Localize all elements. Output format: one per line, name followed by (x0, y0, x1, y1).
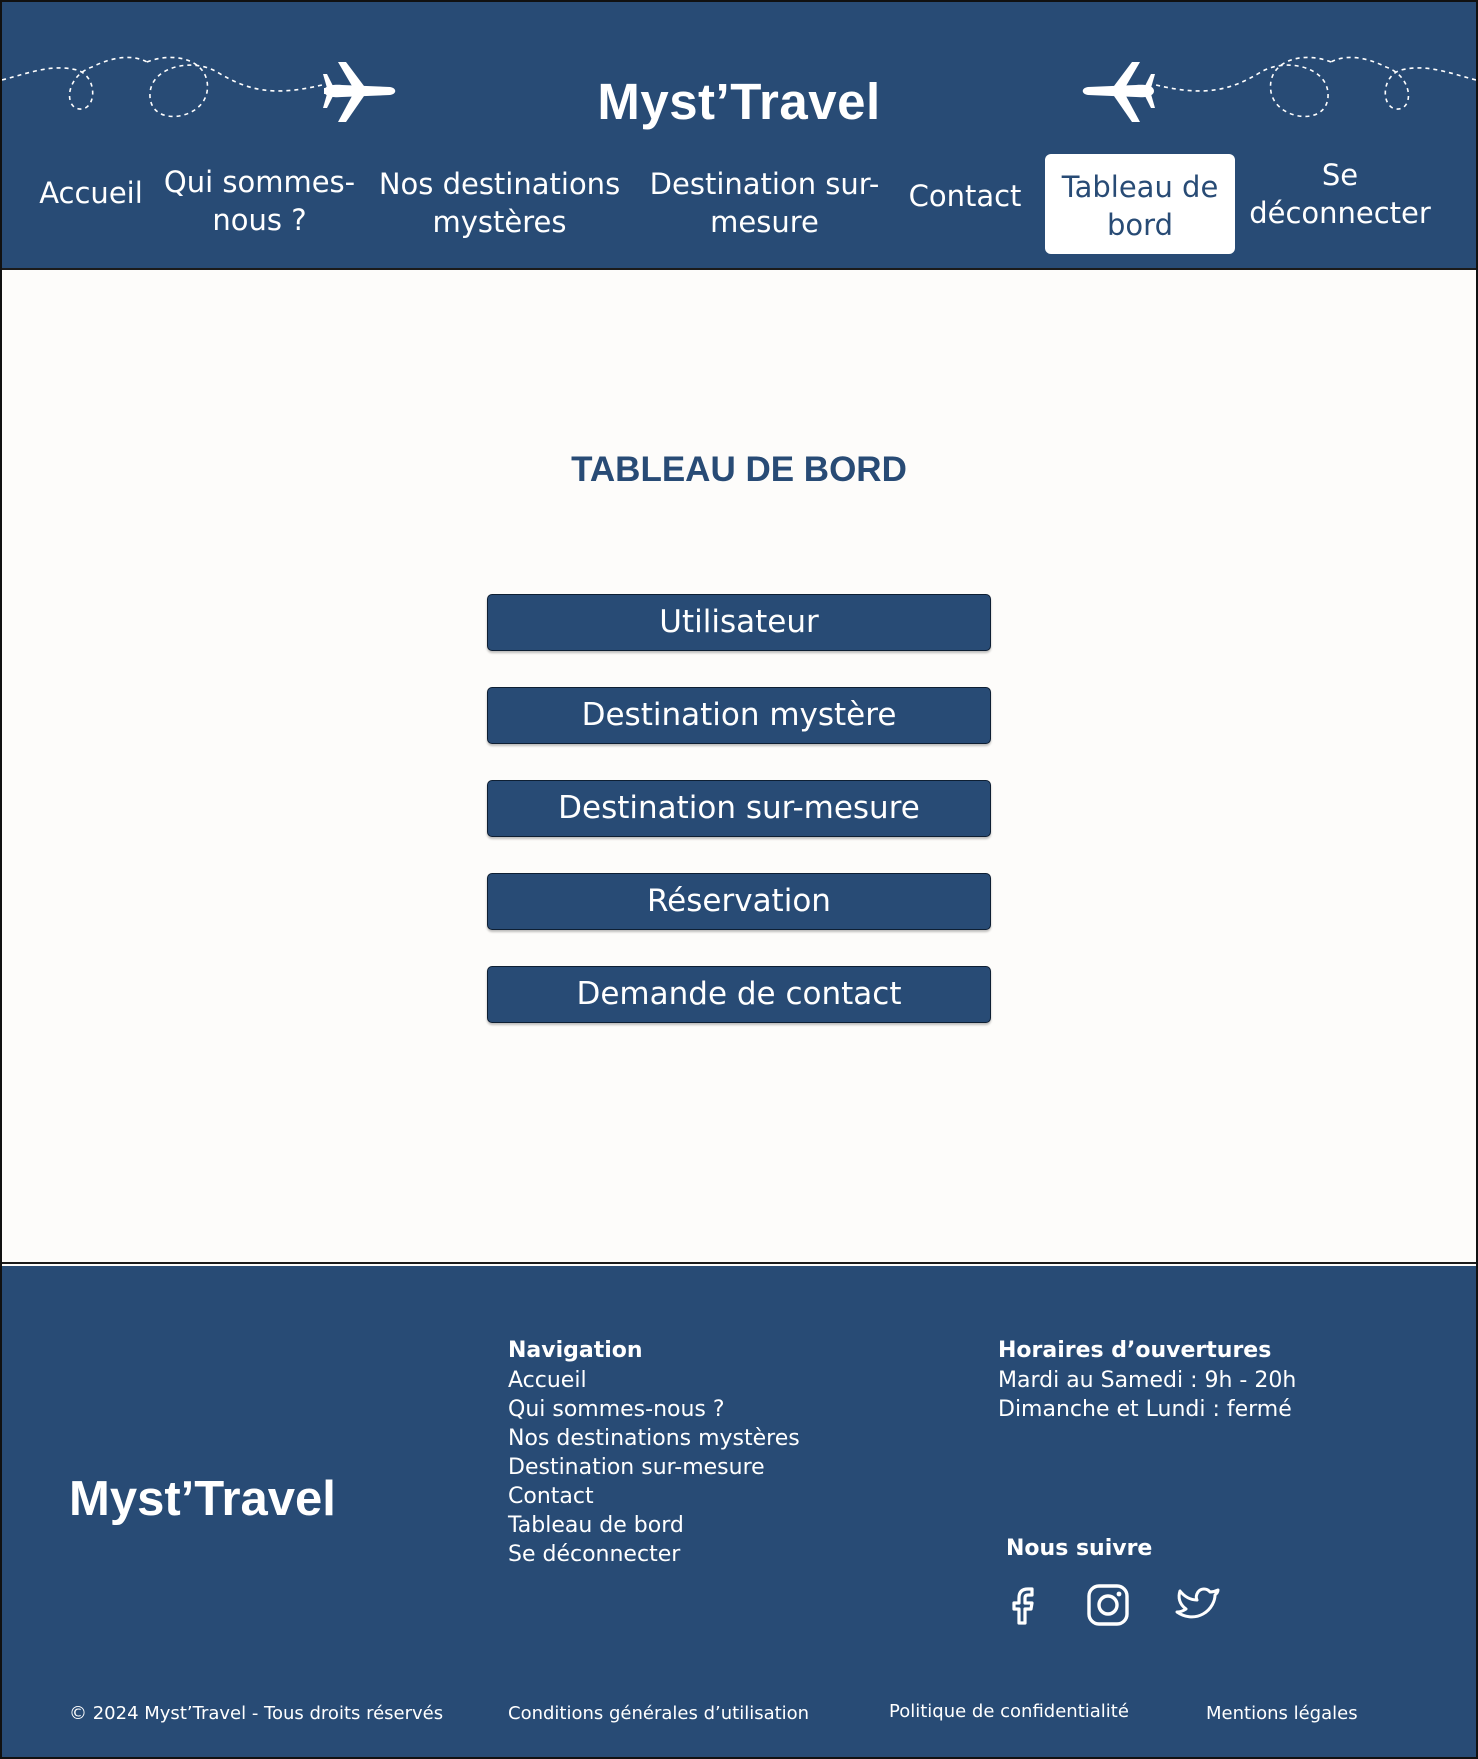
nav-qui-sommes-nous[interactable]: Qui sommes- nous ? (162, 163, 357, 239)
footer-link-se-deconnecter[interactable]: Se déconnecter (508, 1540, 800, 1569)
site-footer: Myst’Travel Navigation Accueil Qui somme… (2, 1266, 1476, 1757)
hours-heading: Horaires d’ouvertures (998, 1338, 1272, 1363)
nav-label: Accueil (39, 176, 143, 210)
footer-link-qui-sommes-nous[interactable]: Qui sommes-nous ? (508, 1395, 800, 1424)
footer-navigation-heading: Navigation (508, 1338, 643, 1363)
site-header: Myst’Travel Accueil Qui sommes- nous ? N… (2, 2, 1476, 270)
twitter-icon[interactable] (1174, 1581, 1222, 1629)
nav-label: mystères (432, 205, 567, 239)
contact-requests-button[interactable]: Demande de contact (487, 966, 991, 1023)
reservation-button[interactable]: Réservation (487, 873, 991, 930)
page: Myst’Travel Accueil Qui sommes- nous ? N… (2, 2, 1476, 1757)
instagram-icon[interactable] (1084, 1581, 1132, 1629)
nav-destination-sur-mesure[interactable]: Destination sur- mesure (642, 165, 887, 241)
nav-contact[interactable]: Contact (904, 177, 1026, 215)
nav-se-deconnecter[interactable]: Se déconnecter (1245, 156, 1435, 232)
footer-logo[interactable]: Myst’Travel (69, 1471, 336, 1527)
cgu-link[interactable]: Conditions générales d’utilisation (508, 1703, 809, 1724)
footer-link-contact[interactable]: Contact (508, 1482, 800, 1511)
footer-link-tableau-de-bord[interactable]: Tableau de bord (508, 1511, 800, 1540)
nav-label: Qui sommes- (163, 165, 356, 199)
dashboard-main: TABLEAU DE BORD Utilisateur Destination … (2, 272, 1476, 1264)
users-button[interactable]: Utilisateur (487, 594, 991, 651)
page-title: TABLEAU DE BORD (571, 450, 907, 489)
footer-link-accueil[interactable]: Accueil (508, 1366, 800, 1395)
nav-label: Se (1321, 158, 1359, 192)
follow-heading: Nous suivre (1006, 1536, 1153, 1561)
mystery-destination-button[interactable]: Destination mystère (487, 687, 991, 744)
footer-navigation-links: Accueil Qui sommes-nous ? Nos destinatio… (508, 1366, 800, 1569)
footer-link-destination-sur-mesure[interactable]: Destination sur-mesure (508, 1453, 800, 1482)
nav-destinations-mysteres[interactable]: Nos destinations mystères (377, 165, 622, 241)
nav-label: mesure (710, 205, 819, 239)
nav-label: Destination sur- (649, 167, 880, 201)
copyright-text: © 2024 Myst’Travel - Tous droits réservé… (69, 1703, 444, 1724)
hours-line: Dimanche et Lundi : fermé (998, 1397, 1292, 1422)
nav-label: nous ? (212, 203, 307, 237)
nav-label: Nos destinations (378, 167, 621, 201)
footer-link-destinations-mysteres[interactable]: Nos destinations mystères (508, 1424, 800, 1453)
hours-line: Mardi au Samedi : 9h - 20h (998, 1368, 1297, 1393)
site-logo[interactable]: Myst’Travel (2, 72, 1476, 131)
nav-label: déconnecter (1249, 196, 1431, 230)
nav-tableau-de-bord[interactable]: Tableau de bord (1045, 154, 1235, 254)
privacy-link[interactable]: Politique de confidentialité (889, 1701, 1129, 1722)
nav-label: Contact (908, 179, 1022, 213)
nav-label: bord (1107, 208, 1173, 242)
nav-label: Tableau de (1061, 170, 1219, 204)
legal-notice-link[interactable]: Mentions légales (1206, 1703, 1358, 1724)
custom-destination-button[interactable]: Destination sur-mesure (487, 780, 991, 837)
facebook-icon[interactable] (1000, 1581, 1048, 1629)
nav-accueil[interactable]: Accueil (36, 174, 146, 212)
